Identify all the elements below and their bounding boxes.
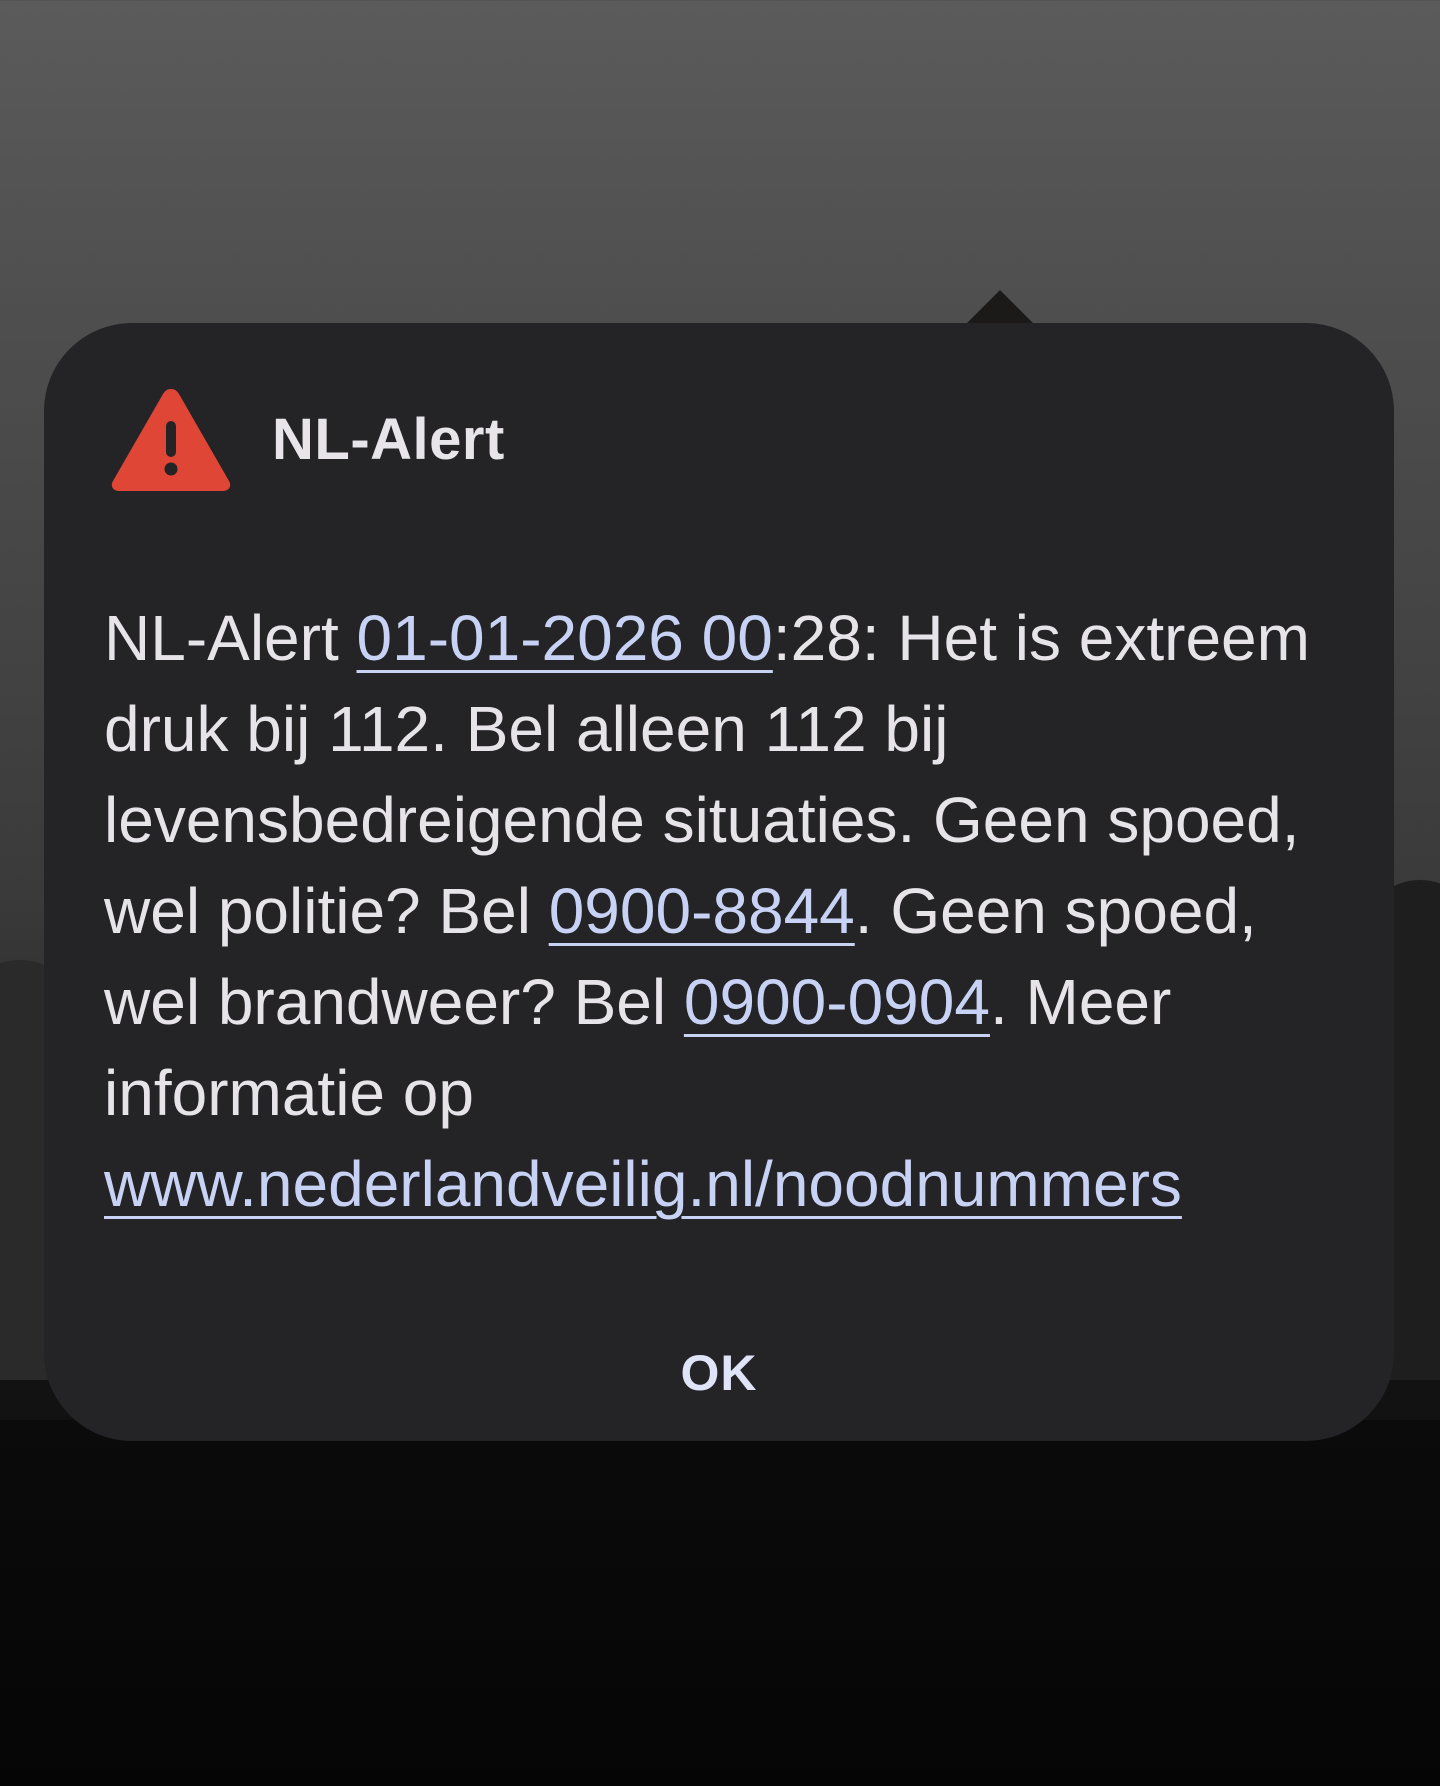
- alert-dialog: NL-Alert NL-Alert 01-01-2026 00:28: Het …: [44, 323, 1394, 1441]
- alert-message: NL-Alert 01-01-2026 00:28: Het is extree…: [104, 593, 1344, 1230]
- ok-button[interactable]: OK: [619, 1323, 819, 1423]
- message-prefix: NL-Alert: [104, 602, 357, 674]
- date-link[interactable]: 01-01-2026 00: [357, 602, 773, 674]
- background-ground: [0, 1420, 1440, 1786]
- police-number-link[interactable]: 0900-8844: [549, 875, 855, 947]
- fire-number-link[interactable]: 0900-0904: [684, 966, 990, 1038]
- dialog-header: NL-Alert: [108, 383, 505, 495]
- info-url-link[interactable]: www.nederlandveilig.nl/noodnummers: [104, 1148, 1182, 1220]
- warning-triangle-icon: [111, 389, 231, 491]
- dialog-title: NL-Alert: [272, 406, 505, 472]
